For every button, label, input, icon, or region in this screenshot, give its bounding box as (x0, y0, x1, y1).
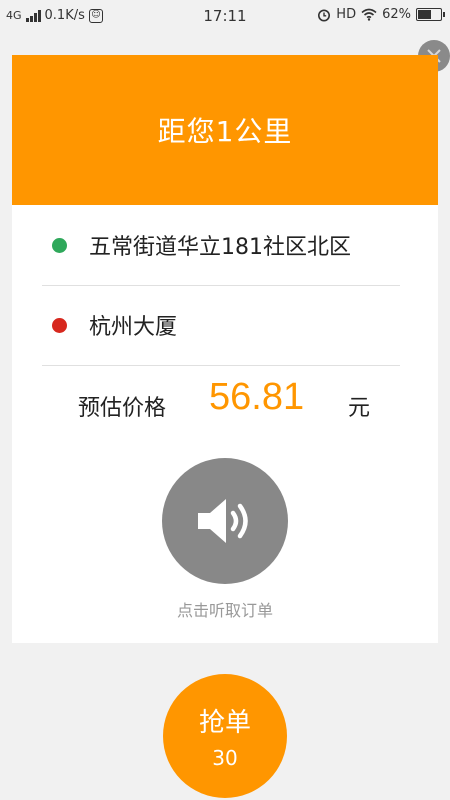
status-bar: 4G 0.1K/s ☺ 17:11 HD 62% (0, 0, 450, 30)
distance-label: 距您1公里 (157, 115, 293, 148)
end-dot-icon (52, 317, 67, 333)
divider (42, 365, 400, 366)
battery-percent: 62% (382, 7, 411, 22)
start-address: 五常街道华立181社区北区 (89, 235, 351, 260)
card-header: 距您1公里 (12, 55, 438, 205)
hd-indicator: HD (336, 7, 357, 22)
price-row: 预估价格 56.81 元 (12, 370, 438, 440)
start-dot-icon (52, 237, 67, 253)
end-address-row: 杭州大厦 (12, 285, 438, 365)
grab-countdown: 30 (212, 746, 238, 770)
price-unit: 元 (348, 396, 371, 421)
grab-order-button[interactable]: 抢单 30 (163, 674, 287, 798)
listen-order-button[interactable] (162, 458, 288, 584)
wifi-icon (361, 8, 377, 21)
price-label: 预估价格 (78, 396, 167, 421)
battery-icon (416, 8, 445, 21)
price-value: 56.81 (209, 376, 305, 418)
end-address: 杭州大厦 (89, 315, 178, 340)
listen-order-label: 点击听取订单 (176, 601, 273, 620)
grab-order-label: 抢单 (198, 708, 251, 738)
battery-level (418, 10, 431, 19)
start-address-row: 五常街道华立181社区北区 (12, 205, 438, 285)
speaker-icon (198, 499, 248, 543)
alarm-icon (318, 9, 331, 21)
status-right: HD 62% (317, 7, 445, 22)
order-card: 距您1公里 五常街道华立181社区北区 杭州大厦 预估价格 56.81 元 点击… (12, 55, 438, 643)
